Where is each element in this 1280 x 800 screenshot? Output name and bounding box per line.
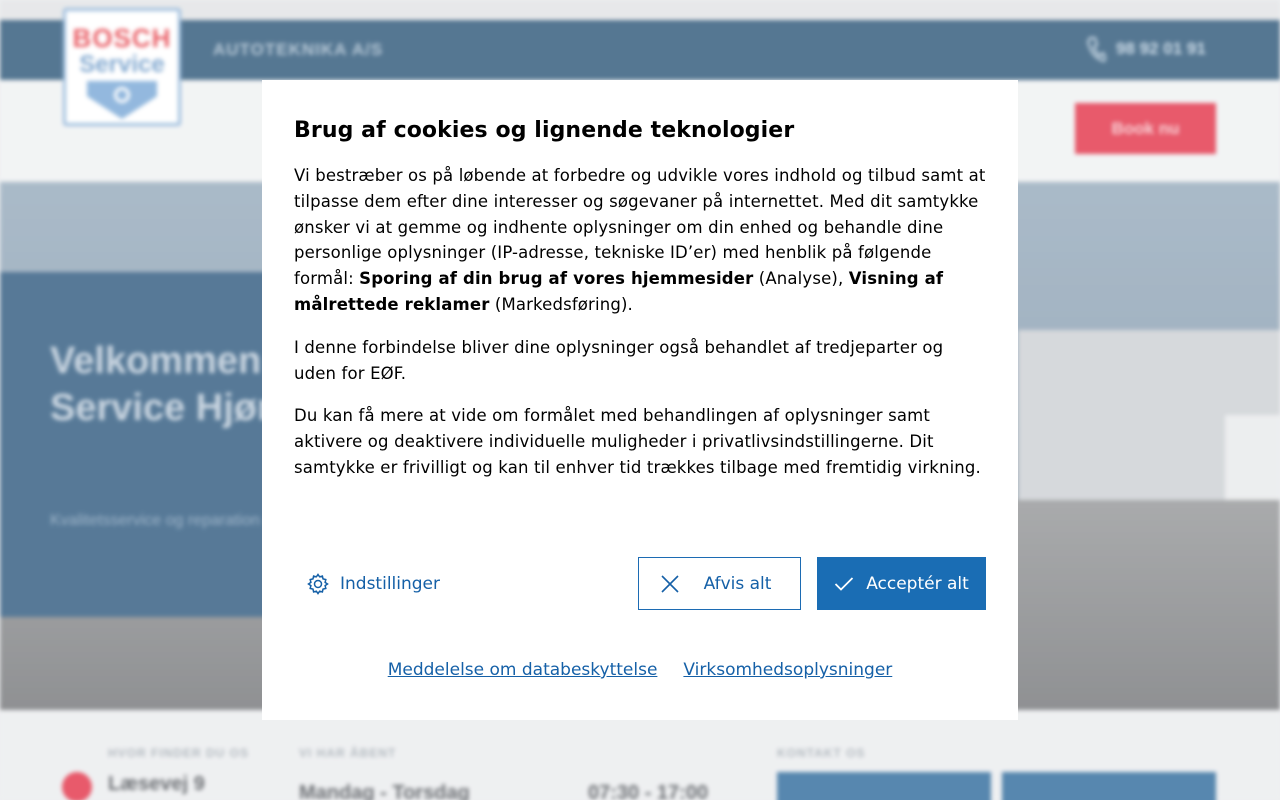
cookie-consent-dialog: Brug af cookies og lignende teknologier … bbox=[262, 80, 1018, 720]
privacy-notice-link[interactable]: Meddelelse om databeskyttelse bbox=[388, 660, 658, 680]
gear-icon bbox=[307, 572, 329, 595]
dialog-paragraph-third-parties: I denne forbindelse bliver dine oplysnin… bbox=[294, 337, 944, 383]
dialog-title: Brug af cookies og lignende teknologier bbox=[294, 118, 795, 143]
reject-all-label: Afvis alt bbox=[703, 573, 772, 594]
dialog-paragraph-purposes: Vi bestræber os på løbende at forbedre o… bbox=[294, 163, 986, 318]
accept-all-label: Acceptér alt bbox=[866, 573, 969, 594]
company-info-link[interactable]: Virksomhedsoplysninger bbox=[683, 660, 892, 680]
close-icon bbox=[660, 574, 679, 593]
settings-button[interactable]: Indstillinger bbox=[306, 557, 440, 610]
purposes-text-2: (Analyse), bbox=[753, 269, 849, 289]
purpose-analytics: Sporing af din brug af vores hjemmesider bbox=[359, 269, 754, 289]
dialog-links: Meddelelse om databeskyttelse Virksomhed… bbox=[262, 660, 1018, 680]
dialog-paragraph-settings: Du kan få mere at vide om formålet med b… bbox=[294, 406, 981, 477]
purposes-text-3: (Markedsføring). bbox=[489, 294, 633, 314]
dialog-button-row: Indstillinger Afvis alt Acceptér alt bbox=[294, 557, 986, 610]
checkmark-icon bbox=[835, 576, 854, 591]
reject-all-button[interactable]: Afvis alt bbox=[638, 557, 801, 610]
settings-label: Indstillinger bbox=[340, 573, 441, 594]
accept-all-button[interactable]: Acceptér alt bbox=[817, 557, 986, 610]
